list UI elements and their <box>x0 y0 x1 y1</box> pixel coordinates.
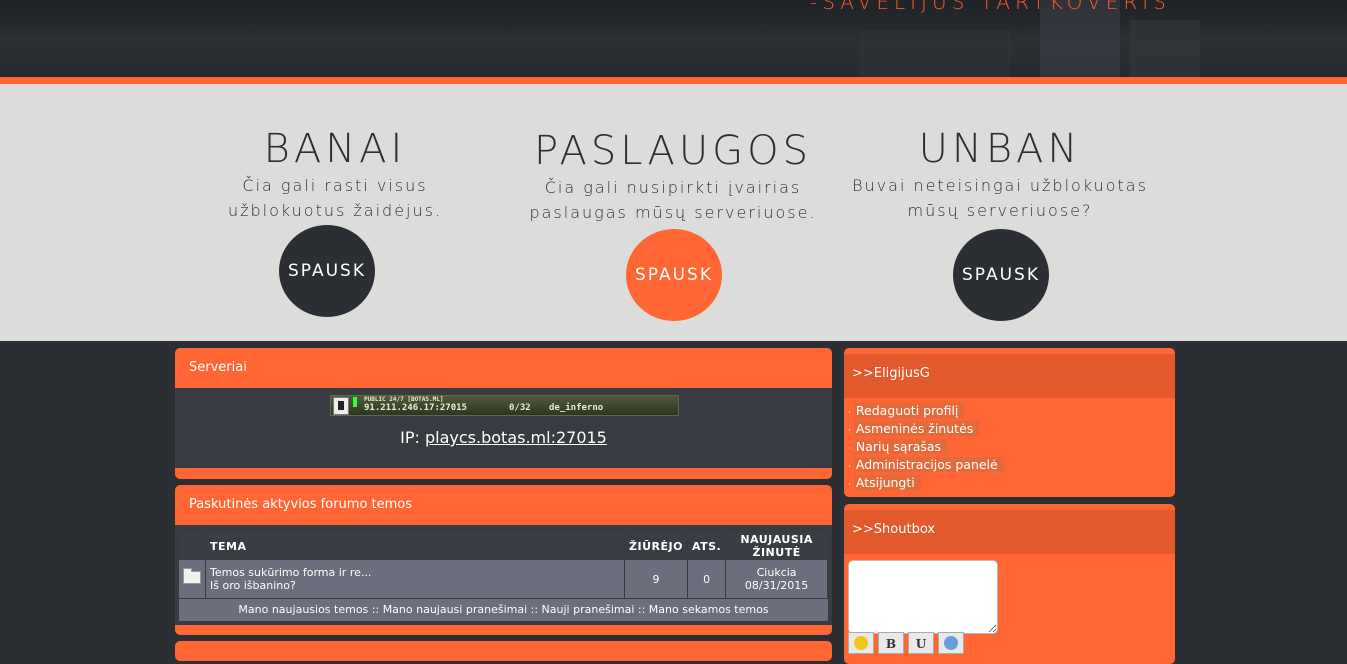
forum-footer-links[interactable]: Mano naujausios temos :: Mano naujausi p… <box>179 599 828 621</box>
next-panel <box>175 641 832 661</box>
topic-subtitle: Iš oro išbanino? <box>210 579 296 592</box>
bold-button[interactable]: B <box>878 632 904 654</box>
topic-views: 9 <box>625 560 687 598</box>
topic-last-post: Ciukcia 08/31/2015 <box>726 560 827 598</box>
paslaugos-spausk-button[interactable]: SPAUSK <box>626 229 722 321</box>
ip-label: IP: <box>400 428 420 447</box>
column-header-topic: TEMA <box>206 533 624 559</box>
last-post-author[interactable]: Ciukcia <box>730 566 823 579</box>
server-name: PUBLIC 24/7 [BOTAS.ML] <box>364 396 444 403</box>
header-accent-bar <box>0 77 1347 84</box>
topic-title-link[interactable]: Temos sukūrimo forma ir re... <box>210 566 620 579</box>
feature-banai: BANAI Čia gali rasti visus užblokuotus ž… <box>210 84 460 222</box>
smiley-button[interactable] <box>848 632 874 654</box>
feature-unban: UNBAN Buvai neteisingai užblokuotas mūsų… <box>850 84 1150 222</box>
column-header-views: ŽIŪRĖJO <box>625 533 687 559</box>
feature-desc-line1: Čia gali rasti visus <box>242 176 428 195</box>
menu-item-members[interactable]: · Narių sąrašas <box>848 439 1175 457</box>
folder-icon <box>183 568 201 584</box>
link-button[interactable] <box>938 632 964 654</box>
underline-button[interactable]: U <box>908 632 934 654</box>
bullet-icon: · <box>848 462 851 472</box>
background-skyline <box>860 30 1010 77</box>
menu-item-messages[interactable]: · Asmeninės žinutės <box>848 421 1175 439</box>
forum-topics-table: TEMA ŽIŪRĖJO ATS. NAUJAUSIA ŽINUTĖ Temos… <box>178 532 828 599</box>
feature-desc-line2: užblokuotus žaidėjus. <box>227 201 443 220</box>
last-post-date: 08/31/2015 <box>744 579 809 592</box>
feature-title: PASLAUGOS <box>533 128 813 174</box>
menu-item-admin-panel[interactable]: · Administracijos panelė <box>848 457 1175 475</box>
feature-desc-line1: Buvai neteisingai užblokuotas <box>852 176 1148 195</box>
icon-column-header <box>179 533 205 559</box>
feature-desc-line1: Čia gali nusipirkti įvairias <box>544 178 802 197</box>
forum-panel-title: Paskutinės aktyvios forumo temos <box>189 497 413 512</box>
topic-replies: 0 <box>687 560 726 598</box>
shoutbox-title: >>Shoutbox <box>844 510 1175 554</box>
server-ip-link[interactable]: playcs.botas.ml:27015 <box>425 428 607 447</box>
feature-title: BANAI <box>263 126 407 172</box>
server-ip-line: IP: playcs.botas.ml:27015 <box>175 428 832 447</box>
header-hero: -SAVELIJUS TARTKOVERIS <box>0 0 1347 77</box>
bullet-icon: · <box>848 408 851 418</box>
counter-strike-icon <box>333 397 349 415</box>
background-building <box>1130 20 1200 77</box>
feature-paslaugos: PASLAUGOS Čia gali nusipirkti įvairias p… <box>520 84 826 224</box>
banai-spausk-button[interactable]: SPAUSK <box>279 225 375 317</box>
server-address: 91.211.246.17:27015 <box>364 403 467 413</box>
menu-item-edit-profile[interactable]: · Redaguoti profilį <box>848 403 1175 421</box>
column-header-last-post: NAUJAUSIA ŽINUTĖ <box>726 533 827 559</box>
topic-icon-cell <box>179 560 205 598</box>
servers-panel-title: Serveriai <box>189 360 247 375</box>
globe-icon <box>944 636 958 650</box>
bullet-icon: · <box>848 426 851 436</box>
smiley-icon <box>854 636 868 650</box>
user-panel: >>EligijusG · Redaguoti profilį · Asmeninė… <box>844 348 1175 497</box>
topic-cell[interactable]: Temos sukūrimo forma ir re... Iš oro išb… <box>206 560 624 598</box>
shoutbox-input[interactable] <box>848 560 998 634</box>
server-map: de_inferno <box>549 403 604 413</box>
online-status-icon <box>353 397 357 407</box>
user-menu: · Redaguoti profilį · Asmeninės žinutės · N… <box>844 398 1175 493</box>
header-quote: -SAVELIJUS TARTKOVERIS <box>810 0 1171 14</box>
table-header-row: TEMA ŽIŪRĖJO ATS. NAUJAUSIA ŽINUTĖ <box>179 533 827 559</box>
column-header-replies: ATS. <box>687 533 726 559</box>
table-row[interactable]: Temos sukūrimo forma ir re... Iš oro išb… <box>179 560 827 598</box>
bullet-icon: · <box>848 480 851 490</box>
feature-title: UNBAN <box>918 126 1082 172</box>
user-panel-title: >>EligijusG <box>844 354 1175 398</box>
server-status-banner[interactable]: PUBLIC 24/7 [BOTAS.ML] 91.211.246.17:270… <box>330 395 679 416</box>
menu-item-logout[interactable]: · Atsijungti <box>848 475 1175 493</box>
server-players: 0/32 <box>509 403 531 413</box>
unban-spausk-button[interactable]: SPAUSK <box>953 229 1049 321</box>
bullet-icon: · <box>848 444 851 454</box>
feature-desc-line2: paslaugas mūsų serveriuose. <box>529 203 817 222</box>
feature-desc-line2: mūsų serveriuose? <box>907 201 1093 220</box>
